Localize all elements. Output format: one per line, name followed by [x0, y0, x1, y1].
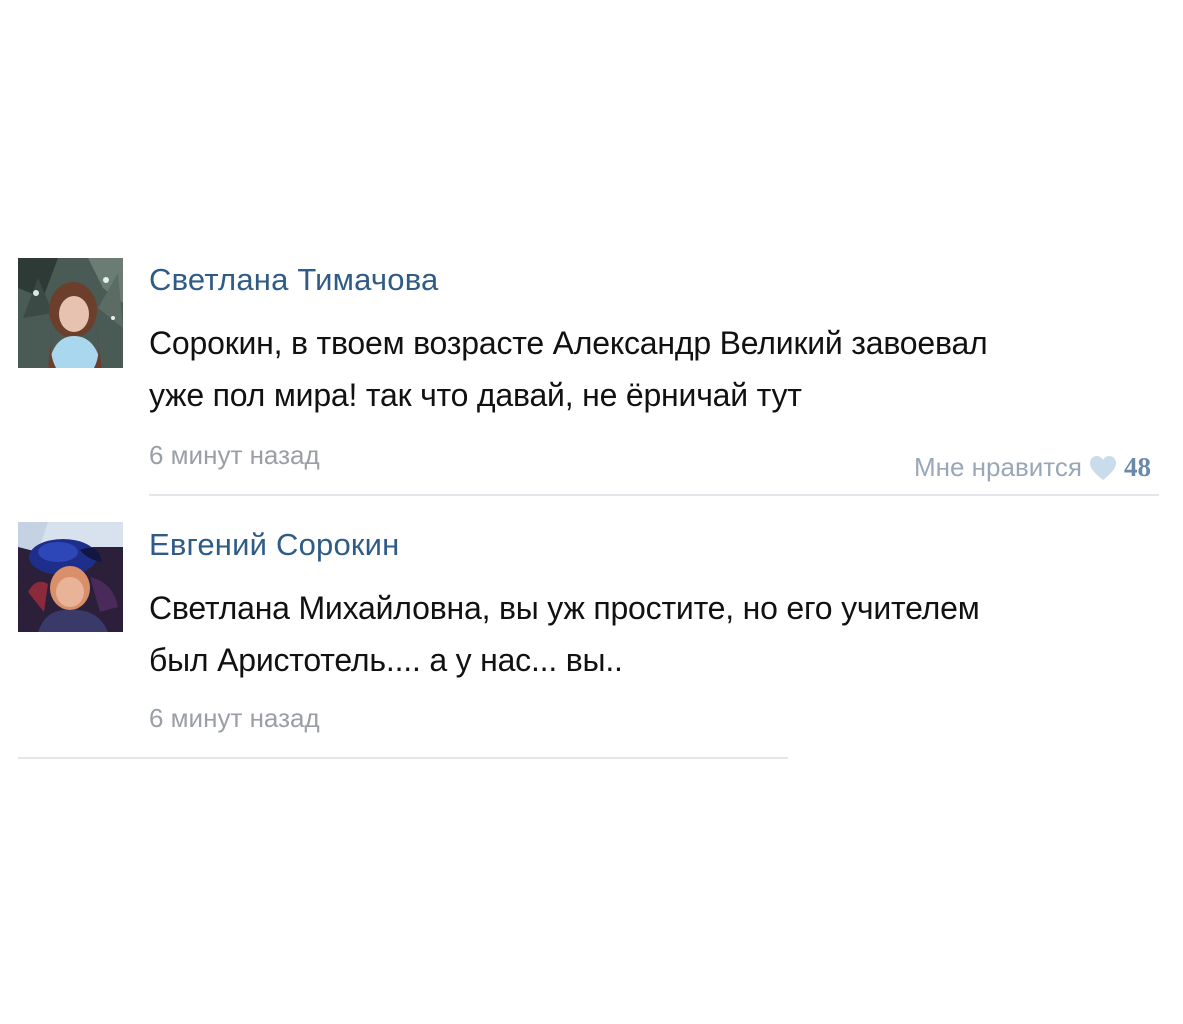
comment-timestamp[interactable]: 6 минут назад	[149, 703, 320, 734]
avatar[interactable]	[18, 522, 123, 632]
comment-divider	[149, 494, 1159, 496]
comment-author[interactable]: Светлана Тимачова	[149, 262, 438, 298]
user-photo-icon	[18, 258, 123, 368]
like-count: 48	[1124, 452, 1151, 482]
comment-text: Светлана Михайловна, вы уж простите, но …	[149, 582, 1159, 686]
comment-text: Сорокин, в твоем возрасте Александр Вели…	[149, 317, 1159, 421]
heart-icon	[1090, 455, 1116, 480]
user-photo-icon	[18, 522, 123, 632]
comment-text-line: уже пол мира! так что давай, не ёрничай …	[149, 377, 802, 413]
like-button[interactable]: Мне нравится 48	[914, 452, 1151, 483]
comment-timestamp[interactable]: 6 минут назад	[149, 440, 320, 471]
comment-author[interactable]: Евгений Сорокин	[149, 527, 400, 563]
comment-text-line: Светлана Михайловна, вы уж простите, но …	[149, 590, 980, 626]
comment-text-line: был Аристотель.... а у нас... вы..	[149, 642, 623, 678]
avatar[interactable]	[18, 258, 123, 368]
comment-divider	[18, 757, 788, 759]
like-label: Мне нравится	[913, 452, 1082, 482]
comment-text-line: Сорокин, в твоем возрасте Александр Вели…	[149, 325, 988, 361]
